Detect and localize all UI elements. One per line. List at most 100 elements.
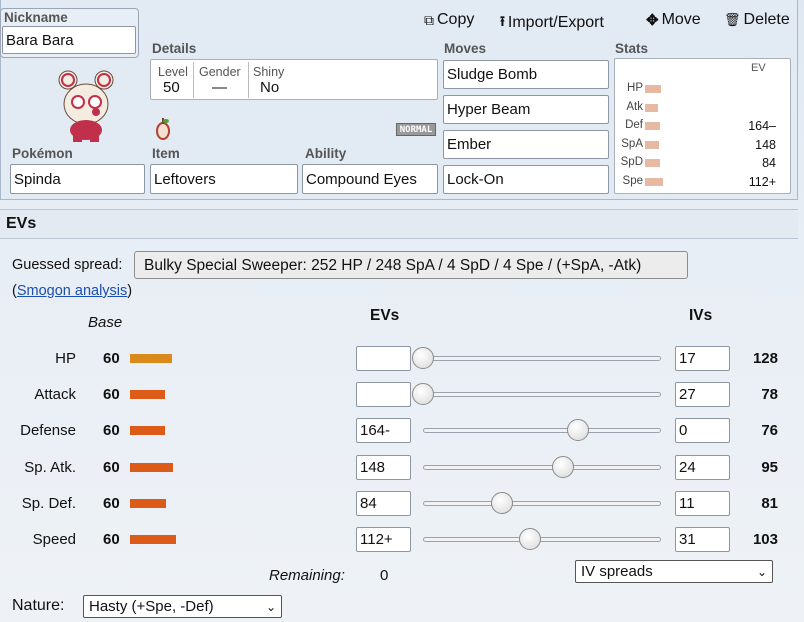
ev-slider-thumb[interactable] xyxy=(412,347,434,369)
stat-name: Atk xyxy=(626,100,643,113)
guessed-spread-button[interactable]: Bulky Special Sweeper: 252 HP / 248 SpA … xyxy=(134,251,688,279)
move-input-4[interactable]: Lock-On xyxy=(443,165,609,194)
ev-stat-name: Sp. Atk. xyxy=(24,458,76,476)
ev-base-bar xyxy=(130,498,166,508)
ev-base-value: 60 xyxy=(103,350,120,367)
evs-title: EVs xyxy=(6,215,37,232)
stat-name: SpA xyxy=(621,137,643,150)
import-export-label: Import/Export xyxy=(507,14,604,31)
stat-bar xyxy=(645,85,661,93)
ev-stat-name: Speed xyxy=(32,531,76,548)
ev-base-bar xyxy=(130,426,165,436)
stat-bar xyxy=(645,178,663,186)
ev-stat-name: Defense xyxy=(20,422,76,440)
shiny-value: No xyxy=(260,79,280,96)
stat-ev-value: 148 xyxy=(755,137,776,152)
evs-column-header: EVs xyxy=(370,307,400,324)
ability-input[interactable]: Compound Eyes xyxy=(302,164,438,194)
iv-spreads-select[interactable]: IV spreads ⌄ xyxy=(575,560,773,583)
stat-bar xyxy=(645,159,660,168)
type-badge: NORMAL xyxy=(396,123,436,136)
stat-total: 78 xyxy=(761,386,778,404)
import-export-button[interactable]: ⭱ Import/Export xyxy=(500,11,604,35)
ev-slider-thumb[interactable] xyxy=(412,383,434,406)
ivs-column-header: IVs xyxy=(689,307,713,324)
pokemon-sprite[interactable] xyxy=(46,60,126,144)
ev-slider-track[interactable] xyxy=(423,537,661,542)
nature-select[interactable]: Hasty (+Spe, -Def) ⌄ xyxy=(83,595,282,618)
iv-input[interactable]: 27 xyxy=(675,382,730,408)
ability-label: Ability xyxy=(305,146,347,161)
stat-total: 95 xyxy=(761,458,778,476)
stats-ev-header: EV xyxy=(751,62,766,74)
upload-icon: ⭱ xyxy=(500,13,505,29)
item-label: Item xyxy=(152,146,180,161)
ev-slider-track[interactable] xyxy=(423,428,661,434)
ev-base-bar xyxy=(130,535,176,544)
move-input-3[interactable]: Ember xyxy=(443,130,609,159)
ev-base-value: 60 xyxy=(103,531,120,548)
stats-label: Stats xyxy=(615,41,649,56)
ev-input[interactable] xyxy=(356,382,411,408)
ev-input[interactable]: 164- xyxy=(356,418,411,444)
iv-input[interactable]: 17 xyxy=(675,346,730,371)
iv-input[interactable]: 11 xyxy=(675,490,730,516)
copy-label: Copy xyxy=(437,11,475,28)
move-label: Move xyxy=(661,11,701,28)
details-label: Details xyxy=(152,41,197,56)
ev-base-value: 60 xyxy=(103,458,120,476)
ev-slider-thumb[interactable] xyxy=(490,491,513,514)
shiny-label: Shiny xyxy=(253,65,285,79)
ev-slider-track[interactable] xyxy=(423,356,661,361)
leftovers-icon xyxy=(154,117,172,141)
paren-close: ) xyxy=(127,283,133,299)
moves-label: Moves xyxy=(444,41,487,56)
ev-slider-track[interactable] xyxy=(423,500,661,506)
smogon-analysis-link[interactable]: Smogon analysis xyxy=(17,283,127,299)
ev-input[interactable]: 148 xyxy=(356,454,411,480)
iv-input[interactable]: 24 xyxy=(675,454,730,480)
evs-header-bar xyxy=(0,209,798,239)
gender-label: Gender xyxy=(199,65,241,79)
stat-ev-value: 84 xyxy=(762,156,776,171)
smogon-line: (Smogon analysis) xyxy=(12,283,132,299)
stat-ev-value: 112+ xyxy=(748,175,776,189)
ev-stat-name: Sp. Def. xyxy=(21,494,76,512)
ev-slider-thumb[interactable] xyxy=(566,419,589,442)
ev-base-bar xyxy=(130,354,172,363)
gender-value: — xyxy=(212,79,227,96)
nickname-label: Nickname xyxy=(4,10,68,25)
iv-input[interactable]: 0 xyxy=(675,418,730,444)
nickname-input[interactable]: Bara Bara xyxy=(2,26,136,54)
stat-ev-value: 164– xyxy=(748,119,776,134)
nature-label: Nature: xyxy=(12,597,65,614)
stat-total: 76 xyxy=(761,422,778,440)
move-input-2[interactable]: Hyper Beam xyxy=(443,95,609,124)
pokemon-input[interactable]: Spinda xyxy=(10,164,145,194)
move-button[interactable]: ✥ Move xyxy=(646,11,701,29)
move-input-1[interactable]: Sludge Bomb xyxy=(443,60,609,89)
ev-stat-name: Attack xyxy=(34,386,76,404)
item-input[interactable]: Leftovers xyxy=(150,164,298,194)
copy-button[interactable]: ⧉ Copy xyxy=(424,11,474,29)
ev-input[interactable]: 112+ xyxy=(356,527,411,552)
stat-bar xyxy=(645,103,658,112)
ev-base-value: 60 xyxy=(103,422,120,440)
ev-slider-thumb[interactable] xyxy=(552,455,575,478)
ev-base-bar xyxy=(130,462,173,472)
ev-slider-thumb[interactable] xyxy=(519,528,542,550)
stat-name: HP xyxy=(627,82,643,94)
ev-input[interactable] xyxy=(356,346,411,371)
trash-icon: 🗑 xyxy=(724,12,741,27)
ev-slider-track[interactable] xyxy=(423,464,661,470)
iv-spreads-label: IV spreads xyxy=(581,563,653,580)
ev-input[interactable]: 84 xyxy=(356,490,411,516)
remaining-label: Remaining: xyxy=(269,567,345,584)
remaining-value: 0 xyxy=(380,567,389,584)
iv-input[interactable]: 31 xyxy=(675,527,730,552)
ev-slider-track[interactable] xyxy=(423,392,661,398)
stat-name: Def xyxy=(625,119,643,132)
details-divider xyxy=(248,62,249,98)
delete-button[interactable]: 🗑 Delete xyxy=(724,11,790,29)
base-header: Base xyxy=(88,314,123,331)
